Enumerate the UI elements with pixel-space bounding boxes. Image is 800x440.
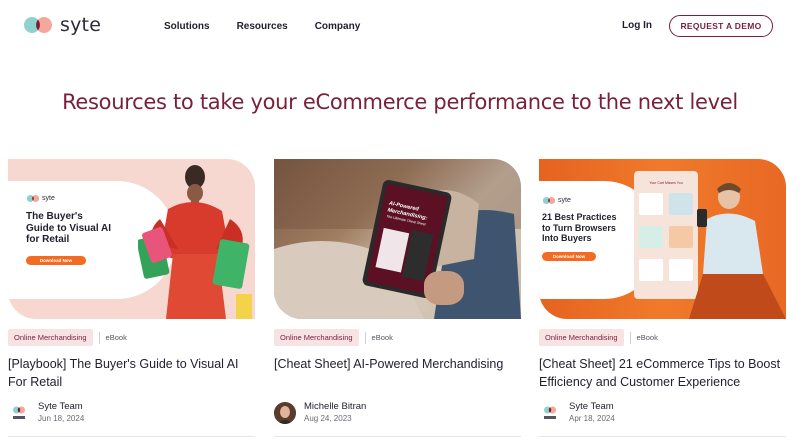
nav-resources[interactable]: Resources xyxy=(237,21,288,32)
author-name: Syte Team xyxy=(569,401,614,412)
promo-download-button: Download Now xyxy=(26,256,86,265)
card-image[interactable]: syte The Buyer's Guide to Visual AI for … xyxy=(8,159,255,319)
publish-date: Jun 18, 2024 xyxy=(38,414,85,423)
type-label: eBook xyxy=(636,333,658,342)
author-name: Michelle Bitran xyxy=(304,401,367,412)
card-tags: Online Merchandising eBook xyxy=(8,329,127,346)
card-author: Michelle Bitran Aug 24, 2023 xyxy=(274,401,366,425)
card-title[interactable]: [Cheat Sheet] 21 eCommerce Tips to Boost… xyxy=(539,355,786,391)
brand-name: syte xyxy=(60,14,102,36)
request-demo-button[interactable]: REQUEST A DEMO xyxy=(669,15,773,37)
author-name: Syte Team xyxy=(38,401,83,412)
tablet-promo-title: AI-Powered Merchandising: The Ultimate C… xyxy=(385,200,429,227)
type-label: eBook xyxy=(371,333,393,342)
syte-logo-icon xyxy=(24,17,52,33)
card-author: Syte Team Apr 18, 2024 xyxy=(539,401,615,425)
syte-logo-icon xyxy=(542,197,556,204)
card-title[interactable]: [Playbook] The Buyer's Guide to Visual A… xyxy=(8,355,255,391)
main-nav: Solutions Resources Company xyxy=(164,21,387,32)
syte-logo-icon xyxy=(26,195,40,202)
card-author: Syte Team Jun 18, 2024 xyxy=(8,401,84,425)
card-divider xyxy=(539,436,786,437)
card-divider xyxy=(8,436,255,437)
card-tags: Online Merchandising eBook xyxy=(539,329,658,346)
category-tag[interactable]: Online Merchandising xyxy=(8,329,93,346)
promo-title: The Buyer's Guide to Visual AI for Retai… xyxy=(26,211,112,245)
site-header: syte Solutions Resources Company Log In … xyxy=(0,0,800,52)
login-link[interactable]: Log In xyxy=(622,20,652,31)
syte-logo[interactable]: syte xyxy=(22,14,101,36)
category-tag[interactable]: Online Merchandising xyxy=(539,329,624,346)
syte-logo-icon xyxy=(539,402,561,424)
card-image[interactable]: AI-Powered Merchandising: The Ultimate C… xyxy=(274,159,521,319)
promo-syte-logo: syte xyxy=(542,196,571,205)
publish-date: Apr 18, 2024 xyxy=(569,414,615,423)
category-tag[interactable]: Online Merchandising xyxy=(274,329,359,346)
publish-date: Aug 24, 2023 xyxy=(304,414,352,423)
syte-logo-icon xyxy=(8,402,30,424)
card-title[interactable]: [Cheat Sheet] AI-Powered Merchandising xyxy=(274,355,521,373)
type-label: eBook xyxy=(105,333,127,342)
nav-company[interactable]: Company xyxy=(315,21,361,32)
tag-divider xyxy=(364,331,366,344)
page-title: Resources to take your eCommerce perform… xyxy=(62,90,738,114)
promo-title: 21 Best Practices to Turn Browsers Into … xyxy=(542,212,617,243)
promo-syte-logo: syte xyxy=(26,194,55,203)
nav-solutions[interactable]: Solutions xyxy=(164,21,210,32)
card-divider xyxy=(274,436,521,437)
man-illustration xyxy=(689,183,786,319)
card-tags: Online Merchandising eBook xyxy=(274,329,393,346)
card-image[interactable]: syte 21 Best Practices to Turn Browsers … xyxy=(539,159,786,319)
tag-divider xyxy=(629,331,631,344)
author-avatar xyxy=(274,402,296,424)
promo-download-button: Download Now xyxy=(542,252,596,261)
tag-divider xyxy=(98,331,100,344)
model-illustration xyxy=(138,165,252,319)
